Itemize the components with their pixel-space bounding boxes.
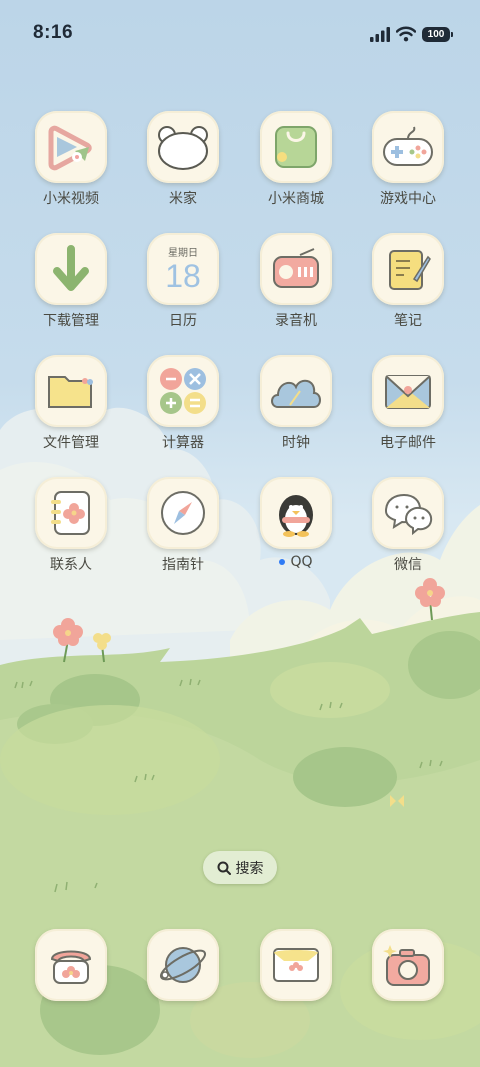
app-label: 米家 <box>169 191 197 207</box>
app-label: 录音机 <box>275 313 317 329</box>
message-envelope-icon <box>260 929 332 1001</box>
notepad-pencil-icon <box>372 233 444 305</box>
app-label: 计算器 <box>162 435 204 451</box>
video-play-icon <box>35 111 107 183</box>
battery-level: 100 <box>427 28 445 40</box>
app-label: 微信 <box>394 557 422 573</box>
app-mi-store[interactable]: 小米商城 <box>246 111 346 208</box>
dock-camera[interactable] <box>358 929 458 1001</box>
app-contacts[interactable]: 联系人 <box>21 477 121 574</box>
calendar-day: 18 <box>165 257 201 294</box>
app-label: QQ <box>246 554 346 570</box>
compass-icon <box>147 477 219 549</box>
phone-icon <box>35 929 107 1001</box>
app-game-center[interactable]: 游戏中心 <box>358 111 458 208</box>
app-label: 小米商城 <box>268 191 324 207</box>
app-mijia[interactable]: 米家 <box>133 111 233 208</box>
app-label: 下载管理 <box>43 313 99 329</box>
camera-icon <box>372 929 444 1001</box>
dock-messages[interactable] <box>246 929 346 1001</box>
app-qq[interactable]: QQ <box>246 477 346 570</box>
home-screen: 8:16 100 小米视频 米家 小米商城 游戏中心 下载管理 星期日 18 日… <box>0 0 480 1067</box>
new-app-dot <box>279 559 286 565</box>
wifi-icon <box>396 26 416 42</box>
app-label-text: QQ <box>290 554 313 570</box>
download-arrow-icon <box>35 233 107 305</box>
shopping-bag-icon <box>260 111 332 183</box>
penguin-icon <box>260 477 332 549</box>
contacts-book-icon <box>35 477 107 549</box>
app-label: 时钟 <box>282 435 310 451</box>
app-notes[interactable]: 笔记 <box>358 233 458 330</box>
app-downloads[interactable]: 下载管理 <box>21 233 121 330</box>
app-label: 游戏中心 <box>380 191 436 207</box>
app-label: 笔记 <box>394 313 422 329</box>
search-icon <box>217 861 231 875</box>
search-label: 搜索 <box>235 860 264 877</box>
app-label: 电子邮件 <box>380 435 436 451</box>
battery-indicator: 100 <box>422 26 453 42</box>
status-bar: 8:16 100 <box>0 0 480 66</box>
app-clock[interactable]: 时钟 <box>246 355 346 452</box>
app-mi-video[interactable]: 小米视频 <box>21 111 121 208</box>
app-file-manager[interactable]: 文件管理 <box>21 355 121 452</box>
app-recorder[interactable]: 录音机 <box>246 233 346 330</box>
app-label: 联系人 <box>50 557 92 573</box>
signal-icon <box>370 26 390 42</box>
planet-browser-icon <box>147 929 219 1001</box>
bear-face-icon <box>147 111 219 183</box>
app-email[interactable]: 电子邮件 <box>358 355 458 452</box>
chat-bubbles-icon <box>372 477 444 549</box>
app-label: 文件管理 <box>43 435 99 451</box>
search-pill[interactable]: 搜索 <box>203 851 277 884</box>
status-icons: 100 <box>370 24 453 44</box>
folder-icon <box>35 355 107 427</box>
calendar-weekday: 星期日 <box>168 247 198 259</box>
calendar-icon: 星期日 18 <box>147 233 219 305</box>
calculator-icon <box>147 355 219 427</box>
status-time: 8:16 <box>33 22 74 43</box>
dock-phone[interactable] <box>21 929 121 1001</box>
app-label: 日历 <box>169 313 197 329</box>
radio-recorder-icon <box>260 233 332 305</box>
app-calculator[interactable]: 计算器 <box>133 355 233 452</box>
gamepad-icon <box>372 111 444 183</box>
app-label: 指南针 <box>162 557 204 573</box>
app-compass[interactable]: 指南针 <box>133 477 233 574</box>
envelope-icon <box>372 355 444 427</box>
app-wechat[interactable]: 微信 <box>358 477 458 574</box>
dock-browser[interactable] <box>133 929 233 1001</box>
app-label: 小米视频 <box>43 191 99 207</box>
app-calendar[interactable]: 星期日 18 日历 <box>133 233 233 330</box>
cloud-clock-icon <box>260 355 332 427</box>
